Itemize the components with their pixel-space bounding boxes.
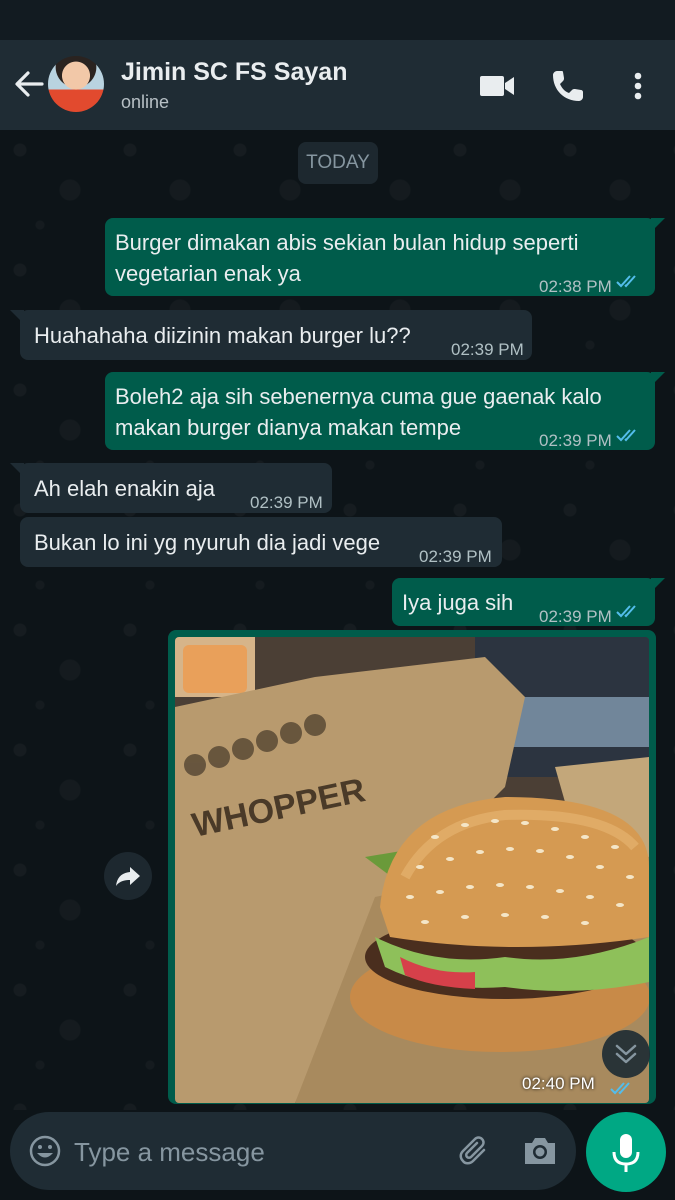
message-text: vegetarian enak ya bbox=[115, 261, 301, 286]
message-time: 02:39 PM bbox=[539, 431, 612, 450]
chat-screen: Jimin SC FS Sayan online TODAY Burger di… bbox=[0, 0, 675, 1200]
scroll-to-bottom-button[interactable] bbox=[602, 1030, 650, 1078]
message-text: Bukan lo ini yg nyuruh dia jadi vege bbox=[34, 530, 381, 555]
image-message[interactable]: WHOPPER bbox=[168, 630, 656, 1104]
message-input[interactable] bbox=[72, 1130, 446, 1174]
read-ticks-icon bbox=[610, 1082, 630, 1095]
paperclip-icon[interactable] bbox=[456, 1132, 494, 1170]
burger-photo[interactable]: WHOPPER bbox=[175, 637, 649, 1103]
message-bubble-outgoing[interactable]: Burger dimakan abis sekian bulan hidup s… bbox=[105, 218, 665, 296]
message-time: 02:39 PM bbox=[419, 547, 492, 566]
message-composer bbox=[10, 1112, 576, 1190]
read-ticks-icon bbox=[616, 429, 636, 442]
message-text: Ah elah enakin aja bbox=[34, 476, 216, 501]
contact-status: online bbox=[121, 92, 170, 112]
message-text: makan burger dianya makan tempe bbox=[115, 415, 462, 440]
message-bubble-outgoing[interactable]: Iya juga sih 02:39 PM bbox=[392, 578, 665, 626]
emoji-icon[interactable] bbox=[28, 1134, 62, 1168]
read-ticks-icon bbox=[616, 275, 636, 288]
message-time: 02:39 PM bbox=[250, 493, 323, 512]
date-separator: TODAY bbox=[298, 142, 378, 184]
forward-button[interactable] bbox=[104, 852, 152, 900]
phone-icon[interactable] bbox=[548, 66, 588, 106]
mic-button[interactable] bbox=[586, 1112, 666, 1192]
status-bar bbox=[0, 0, 675, 40]
camera-icon[interactable] bbox=[520, 1132, 560, 1170]
message-bubble-incoming[interactable]: Ah elah enakin aja 02:39 PM bbox=[10, 463, 332, 513]
read-ticks-icon bbox=[616, 605, 636, 618]
contact-name[interactable]: Jimin SC FS Sayan bbox=[121, 58, 347, 87]
avatar[interactable] bbox=[48, 56, 104, 112]
message-time: 02:39 PM bbox=[451, 340, 524, 359]
message-text: Iya juga sih bbox=[402, 590, 514, 615]
back-arrow-icon[interactable] bbox=[12, 64, 46, 104]
message-text: Burger dimakan abis sekian bulan hidup s… bbox=[115, 230, 579, 255]
message-bubble-incoming[interactable]: Bukan lo ini yg nyuruh dia jadi vege 02:… bbox=[20, 517, 502, 567]
double-chevron-down-icon bbox=[615, 1044, 637, 1064]
chat-header: Jimin SC FS Sayan online bbox=[0, 40, 675, 130]
message-bubble-incoming[interactable]: Huahahaha diizinin makan burger lu?? 02:… bbox=[10, 310, 532, 360]
more-vert-icon[interactable] bbox=[620, 66, 656, 106]
mic-icon bbox=[612, 1134, 640, 1172]
video-call-icon[interactable] bbox=[478, 66, 518, 106]
message-text: Boleh2 aja sih sebenernya cuma gue gaena… bbox=[115, 384, 602, 409]
message-time: 02:38 PM bbox=[539, 277, 612, 296]
message-bubble-outgoing[interactable]: Boleh2 aja sih sebenernya cuma gue gaena… bbox=[105, 372, 665, 450]
message-time: 02:39 PM bbox=[539, 607, 612, 626]
message-time: 02:40 PM bbox=[522, 1074, 595, 1093]
forward-icon bbox=[116, 867, 140, 886]
message-text: Huahahaha diizinin makan burger lu?? bbox=[34, 323, 411, 348]
